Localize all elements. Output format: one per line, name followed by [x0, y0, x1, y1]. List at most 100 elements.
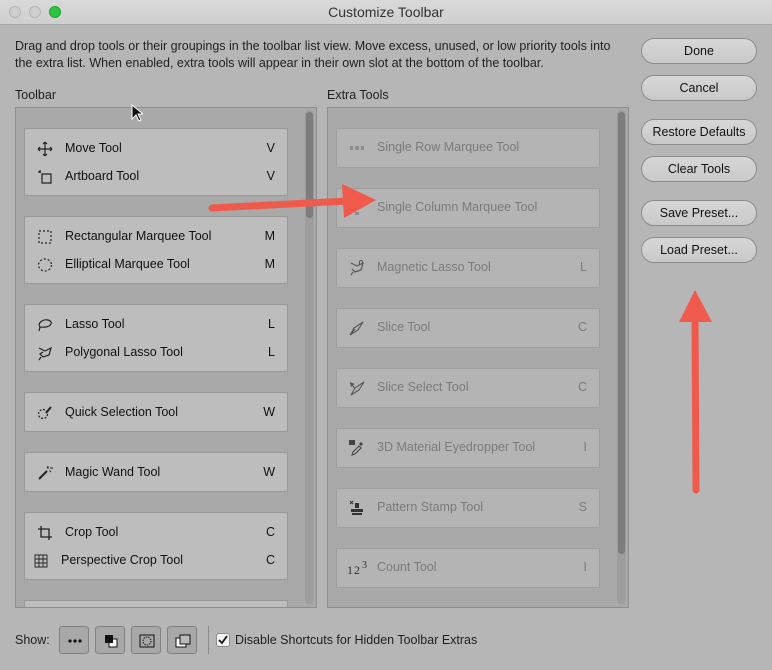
- tool-shortcut: L: [580, 260, 587, 274]
- disable-shortcuts-label[interactable]: Disable Shortcuts for Hidden Toolbar Ext…: [235, 633, 477, 647]
- extra-tool-group[interactable]: 3D Material Eyedropper Tool I: [336, 428, 600, 468]
- show-quick-mask-toggle[interactable]: [131, 626, 161, 654]
- tool-shortcut: L: [268, 345, 275, 359]
- load-preset-button[interactable]: Load Preset...: [641, 237, 757, 263]
- tool-name: Magic Wand Tool: [65, 465, 161, 479]
- tool-name: Single Row Marquee Tool: [377, 140, 520, 154]
- crop-icon: [38, 526, 52, 540]
- extra-tool-group[interactable]: Pattern Stamp Tool S: [336, 488, 600, 528]
- screen-mode-icon: [175, 634, 191, 648]
- save-preset-button[interactable]: Save Preset...: [641, 200, 757, 226]
- scrollbar-thumb[interactable]: [618, 112, 625, 554]
- tool-name: Pattern Stamp Tool: [377, 500, 484, 514]
- cancel-button[interactable]: Cancel: [641, 75, 757, 101]
- tool-shortcut: I: [583, 440, 587, 454]
- extra-tools-heading: Extra Tools: [327, 88, 389, 102]
- done-button[interactable]: Done: [641, 38, 757, 64]
- tool-row[interactable]: Move Tool V: [25, 135, 287, 163]
- tool-row[interactable]: Perspective Crop Tool C: [25, 547, 287, 575]
- tool-row[interactable]: Slice Select Tool C: [337, 369, 599, 407]
- tool-group-partial[interactable]: [24, 600, 288, 607]
- tool-group[interactable]: Lasso Tool L Polygonal Lasso Tool L: [24, 304, 288, 372]
- quick-selection-icon: [37, 406, 52, 420]
- footer-divider: [208, 626, 209, 654]
- magic-wand-icon: [38, 466, 53, 480]
- clear-tools-button[interactable]: Clear Tools: [641, 156, 757, 182]
- tool-row[interactable]: Artboard Tool V: [25, 163, 287, 191]
- tool-name: Magnetic Lasso Tool: [377, 260, 491, 274]
- show-color-swatch-toggle[interactable]: [95, 626, 125, 654]
- single-column-icon: [355, 201, 359, 215]
- tool-name: Slice Select Tool: [377, 380, 469, 394]
- tool-name: Move Tool: [65, 141, 122, 155]
- tool-row[interactable]: 3D Material Eyedropper Tool I: [337, 429, 599, 467]
- tool-shortcut: L: [268, 317, 275, 331]
- extra-tool-group[interactable]: Slice Tool C: [336, 308, 600, 348]
- magnetic-lasso-icon: [350, 260, 364, 276]
- show-extras-toggle[interactable]: [59, 626, 89, 654]
- tool-shortcut: W: [263, 405, 275, 419]
- tool-row[interactable]: Magnetic Lasso Tool L: [337, 249, 599, 287]
- toolbar-list-scrollbar[interactable]: [305, 110, 314, 605]
- restore-defaults-button[interactable]: Restore Defaults: [641, 119, 757, 145]
- tool-shortcut: V: [266, 169, 275, 183]
- tool-group[interactable]: Crop Tool C Perspective Crop Tool C: [24, 512, 288, 580]
- tool-row[interactable]: Lasso Tool L: [25, 311, 287, 339]
- tool-row[interactable]: Rectangular Marquee Tool M: [25, 223, 287, 251]
- extra-tools-panel[interactable]: Single Row Marquee Tool Single Column Ma…: [327, 107, 629, 608]
- toolbar-list-panel[interactable]: Move Tool V Artboard Tool V Rectangular …: [15, 107, 317, 608]
- persp-crop-icon: [34, 554, 48, 568]
- extra-tool-group[interactable]: Magnetic Lasso Tool L: [336, 248, 600, 288]
- tool-group[interactable]: Magic Wand Tool W: [24, 452, 288, 492]
- show-screen-mode-toggle[interactable]: [167, 626, 197, 654]
- tool-shortcut: M: [264, 257, 275, 271]
- tool-shortcut: C: [577, 380, 587, 394]
- tool-row[interactable]: Single Row Marquee Tool: [337, 129, 599, 167]
- tool-row[interactable]: Crop Tool C: [25, 519, 287, 547]
- tool-shortcut: W: [263, 465, 275, 479]
- tool-shortcut: C: [577, 320, 587, 334]
- customize-toolbar-dialog: Customize Toolbar Drag and drop tools or…: [0, 0, 772, 670]
- mouse-cursor-icon: [131, 104, 143, 122]
- tool-row[interactable]: Slice Tool C: [337, 309, 599, 347]
- tool-group[interactable]: Quick Selection Tool W: [24, 392, 288, 432]
- instructions-text: Drag and drop tools or their groupings i…: [15, 39, 611, 70]
- more-icon: [68, 639, 82, 643]
- tool-name: 3D Material Eyedropper Tool: [377, 440, 536, 454]
- rect-marquee-icon: [38, 230, 52, 244]
- tool-shortcut: C: [265, 525, 275, 539]
- tool-shortcut: S: [578, 500, 587, 514]
- tool-group[interactable]: Move Tool V Artboard Tool V: [24, 128, 288, 196]
- tool-name: Elliptical Marquee Tool: [65, 257, 190, 271]
- tool-group[interactable]: Rectangular Marquee Tool M Elliptical Ma…: [24, 216, 288, 284]
- extra-tools-scrollbar[interactable]: [617, 110, 626, 605]
- show-label: Show:: [15, 633, 50, 647]
- tool-name: Rectangular Marquee Tool: [65, 229, 212, 243]
- slice-icon: [349, 321, 364, 336]
- svg-text:3: 3: [362, 560, 367, 571]
- title-bar: Customize Toolbar: [0, 0, 772, 25]
- move-icon: [37, 141, 53, 157]
- tool-row[interactable]: Magic Wand Tool W: [25, 459, 287, 487]
- extra-tool-group[interactable]: Slice Select Tool C: [336, 368, 600, 408]
- tool-row[interactable]: Pattern Stamp Tool S: [337, 489, 599, 527]
- tool-name: Perspective Crop Tool: [61, 553, 184, 567]
- tool-name: Quick Selection Tool: [65, 405, 179, 419]
- disable-shortcuts-checkbox[interactable]: [216, 633, 230, 647]
- tool-row[interactable]: Polygonal Lasso Tool L: [25, 339, 287, 367]
- tool-name: Crop Tool: [65, 525, 119, 539]
- toolbar-list-heading: Toolbar: [15, 88, 56, 102]
- scrollbar-thumb[interactable]: [306, 112, 313, 218]
- lasso-icon: [38, 319, 52, 332]
- tool-row[interactable]: 123 Count Tool I: [337, 549, 599, 587]
- eyedropper-3d-icon: [349, 440, 363, 456]
- tool-row[interactable]: Elliptical Marquee Tool M: [25, 251, 287, 279]
- extra-tool-group[interactable]: 123 Count Tool I: [336, 548, 600, 588]
- tool-row[interactable]: Single Column Marquee Tool: [337, 189, 599, 227]
- quick-mask-icon: [139, 634, 155, 648]
- tool-shortcut: I: [583, 560, 587, 574]
- extra-tool-group[interactable]: Single Column Marquee Tool: [336, 188, 600, 228]
- extra-tool-group[interactable]: Single Row Marquee Tool: [336, 128, 600, 168]
- tool-name: Polygonal Lasso Tool: [65, 345, 183, 359]
- tool-row[interactable]: Quick Selection Tool W: [25, 399, 287, 427]
